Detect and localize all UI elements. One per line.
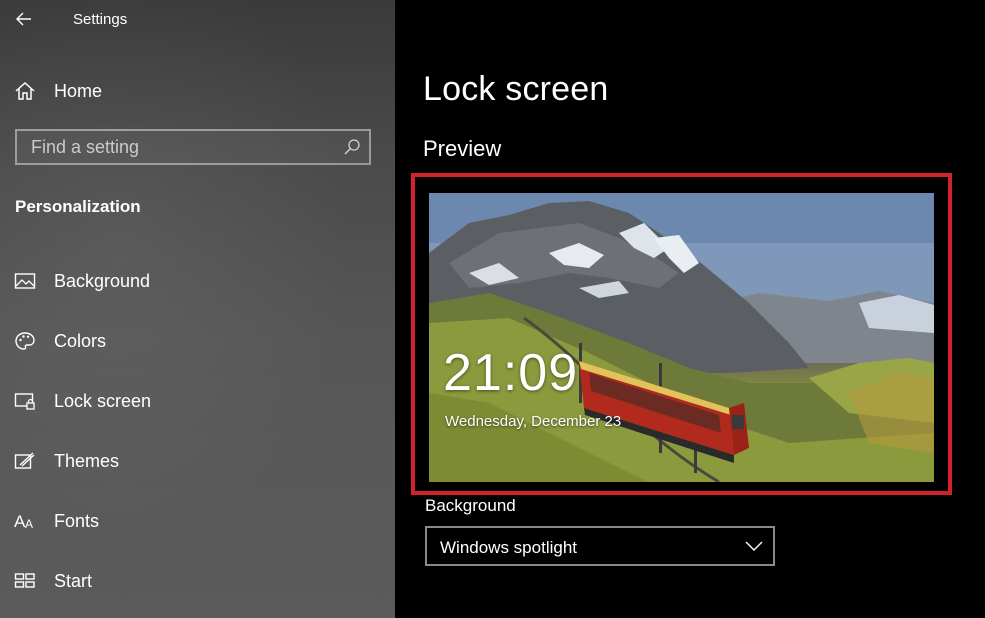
sidebar-item-background[interactable]: Background xyxy=(0,261,395,301)
sidebar-item-lock-screen[interactable]: Lock screen xyxy=(0,381,395,421)
background-label: Background xyxy=(425,496,516,515)
start-icon xyxy=(14,571,36,591)
back-arrow-icon xyxy=(16,12,31,26)
sidebar-item-fonts[interactable]: A A Fonts xyxy=(0,501,395,541)
sidebar-item-label: Background xyxy=(54,271,151,291)
page-title: Lock screen xyxy=(423,70,609,108)
preview-clock: 21:09 xyxy=(443,344,579,402)
sidebar: Settings Home Personalization Background xyxy=(0,0,395,618)
sidebar-item-label: Fonts xyxy=(54,511,100,531)
title-bar: Settings xyxy=(0,0,395,40)
main-content: Lock screen Preview 21:09 Wednesday, Dec… xyxy=(395,0,985,618)
chevron-down-icon xyxy=(745,540,763,552)
lock-screen-icon xyxy=(14,391,36,411)
sidebar-item-label: Colors xyxy=(54,331,107,351)
home-icon xyxy=(14,81,36,101)
section-header: Personalization xyxy=(15,197,141,216)
app-title: Settings xyxy=(73,11,128,28)
search-box[interactable] xyxy=(15,129,371,165)
lock-screen-preview: 21:09 Wednesday, December 23 xyxy=(429,193,934,482)
search-input[interactable] xyxy=(17,131,341,163)
fonts-icon: A A xyxy=(14,511,36,531)
sidebar-item-colors[interactable]: Colors xyxy=(0,321,395,361)
search-icon[interactable] xyxy=(343,138,361,156)
sidebar-item-label: Themes xyxy=(54,451,120,471)
palette-icon xyxy=(14,331,36,351)
home-label: Home xyxy=(54,81,103,101)
picture-icon xyxy=(14,271,36,291)
mountain-landscape-image xyxy=(429,193,934,482)
sidebar-item-themes[interactable]: Themes xyxy=(0,441,395,481)
sidebar-item-label: Start xyxy=(54,571,93,591)
preview-date: Wednesday, December 23 xyxy=(445,413,622,430)
back-button[interactable] xyxy=(8,4,40,34)
svg-text:A: A xyxy=(25,517,33,531)
preview-heading: Preview xyxy=(423,136,502,161)
nav-home[interactable]: Home xyxy=(0,72,395,110)
sidebar-item-start[interactable]: Start xyxy=(0,561,395,601)
background-dropdown-value: Windows spotlight xyxy=(440,538,578,557)
preview-highlight-frame: 21:09 Wednesday, December 23 xyxy=(411,173,952,495)
background-dropdown[interactable]: Windows spotlight xyxy=(425,526,775,566)
sidebar-item-label: Lock screen xyxy=(54,391,152,411)
themes-icon xyxy=(14,451,36,471)
